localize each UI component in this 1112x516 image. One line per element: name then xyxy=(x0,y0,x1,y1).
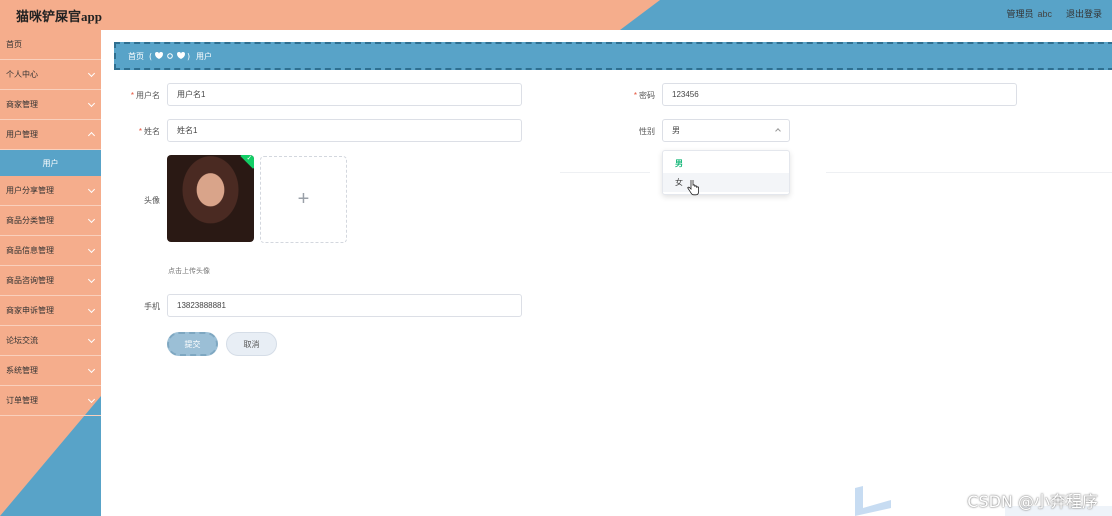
gender-dropdown: 男 女 xyxy=(662,150,790,195)
chevron-down-icon xyxy=(87,245,96,254)
gender-select[interactable]: 男 xyxy=(662,119,790,142)
sidebar-item-label: 用户 xyxy=(42,158,59,168)
required-mark: * xyxy=(130,91,134,100)
chevron-up-icon xyxy=(775,128,781,134)
sidebar-item-appeals[interactable]: 商家申诉管理 xyxy=(0,296,101,326)
gender-option-male[interactable]: 男 xyxy=(663,154,789,173)
chevron-down-icon xyxy=(87,69,96,78)
user-role: 管理员 xyxy=(1006,9,1034,19)
submit-button[interactable]: 提交 xyxy=(167,332,218,356)
chevron-down-icon xyxy=(87,275,96,284)
sidebar-item-users[interactable]: 用户管理 xyxy=(0,120,101,150)
required-mark: * xyxy=(633,91,637,100)
sidebar-subitem-user[interactable]: 用户 xyxy=(0,150,101,176)
name-label: * 姓名 xyxy=(110,126,160,137)
avatar-label: 头像 xyxy=(144,196,160,205)
sidebar-item-label: 用户管理 xyxy=(6,130,38,139)
breadcrumb-home[interactable]: 首页 xyxy=(128,51,144,62)
sidebar-item-label: 订单管理 xyxy=(6,396,38,405)
gender-label: 性别 xyxy=(639,127,655,136)
password-input[interactable]: 123456 xyxy=(662,83,1017,106)
sidebar: 首页 个人中心 商家管理 用户管理 用户 用户分享管理 商品分类管理 商品信息管… xyxy=(0,30,101,516)
top-right-area: 管理员 abc 退出登录 xyxy=(1006,7,1102,20)
breadcrumb-current: 用户 xyxy=(196,51,212,61)
gender-option-female[interactable]: 女 xyxy=(663,173,789,192)
sidebar-item-products[interactable]: 商品信息管理 xyxy=(0,236,101,266)
check-icon: ✓ xyxy=(246,155,253,163)
logout-link[interactable]: 退出登录 xyxy=(1066,7,1102,20)
svg-text:(: ( xyxy=(149,52,152,61)
chevron-down-icon xyxy=(87,215,96,224)
username-label-text: 用户名 xyxy=(136,91,160,100)
divider-line xyxy=(560,172,650,173)
chevron-up-icon xyxy=(87,131,96,140)
chevron-down-icon xyxy=(87,365,96,374)
heart-separator-icon: ( ) xyxy=(149,52,190,61)
sidebar-item-label: 商家申诉管理 xyxy=(6,306,54,315)
avatar-upload-hint: 点击上传头像 xyxy=(168,268,210,275)
name-label-text: 姓名 xyxy=(144,127,160,136)
sidebar-item-label: 首页 xyxy=(6,40,22,49)
chevron-down-icon xyxy=(87,305,96,314)
plus-icon: + xyxy=(297,188,310,210)
avatar-image[interactable]: ✓ xyxy=(167,155,254,242)
sidebar-item-label: 论坛交流 xyxy=(6,336,38,345)
sidebar-item-label: 系统管理 xyxy=(6,366,38,375)
name-input[interactable]: 姓名1 xyxy=(167,119,522,142)
gender-select-value: 男 xyxy=(672,126,680,135)
sidebar-item-merchants[interactable]: 商家管理 xyxy=(0,90,101,120)
divider-line xyxy=(826,172,1112,173)
required-mark: * xyxy=(138,127,142,136)
chevron-down-icon xyxy=(87,185,96,194)
user-name: abc xyxy=(1037,9,1052,19)
background-logo-icon xyxy=(855,486,891,516)
top-bar: 猫咪铲屎官app 管理员 abc 退出登录 xyxy=(0,0,1112,30)
sidebar-item-forum[interactable]: 论坛交流 xyxy=(0,326,101,356)
svg-text:): ) xyxy=(187,52,190,61)
sidebar-item-label: 商品咨询管理 xyxy=(6,276,54,285)
sidebar-item-label: 个人中心 xyxy=(6,70,38,79)
sidebar-item-label: 用户分享管理 xyxy=(6,186,54,195)
chevron-down-icon xyxy=(87,335,96,344)
phone-label: 手机 xyxy=(144,302,160,311)
top-bar-salmon-band xyxy=(0,0,660,30)
sidebar-item-label: 商品分类管理 xyxy=(6,216,54,225)
user-info: 管理员 abc xyxy=(1006,7,1052,20)
phone-input[interactable]: 13823888881 xyxy=(167,294,522,317)
sidebar-menu: 首页 个人中心 商家管理 用户管理 用户 用户分享管理 商品分类管理 商品信息管… xyxy=(0,30,101,416)
sidebar-item-user-shares[interactable]: 用户分享管理 xyxy=(0,176,101,206)
sidebar-item-label: 商品信息管理 xyxy=(6,246,54,255)
sidebar-item-profile[interactable]: 个人中心 xyxy=(0,60,101,90)
sidebar-item-home[interactable]: 首页 xyxy=(0,30,101,60)
app-title: 猫咪铲屎官app xyxy=(16,9,102,24)
username-input[interactable]: 用户名1 xyxy=(167,83,522,106)
chevron-down-icon xyxy=(87,395,96,404)
chevron-down-icon xyxy=(87,99,96,108)
hand-cursor-icon xyxy=(687,180,699,196)
sidebar-item-label: 商家管理 xyxy=(6,100,38,109)
sidebar-item-system[interactable]: 系统管理 xyxy=(0,356,101,386)
sidebar-item-categories[interactable]: 商品分类管理 xyxy=(0,206,101,236)
watermark: CSDN @小奔程序 xyxy=(967,492,1098,511)
password-label: * 密码 xyxy=(605,90,655,101)
sidebar-item-inquiries[interactable]: 商品咨询管理 xyxy=(0,266,101,296)
password-label-text: 密码 xyxy=(639,91,655,100)
cancel-button[interactable]: 取消 xyxy=(226,332,277,356)
username-label: * 用户名 xyxy=(110,90,160,101)
breadcrumb: 首页 ( ) 用户 xyxy=(114,42,1112,70)
sidebar-item-orders[interactable]: 订单管理 xyxy=(0,386,101,416)
upload-success-badge: ✓ xyxy=(240,155,254,169)
avatar-upload-button[interactable]: + xyxy=(260,156,347,243)
